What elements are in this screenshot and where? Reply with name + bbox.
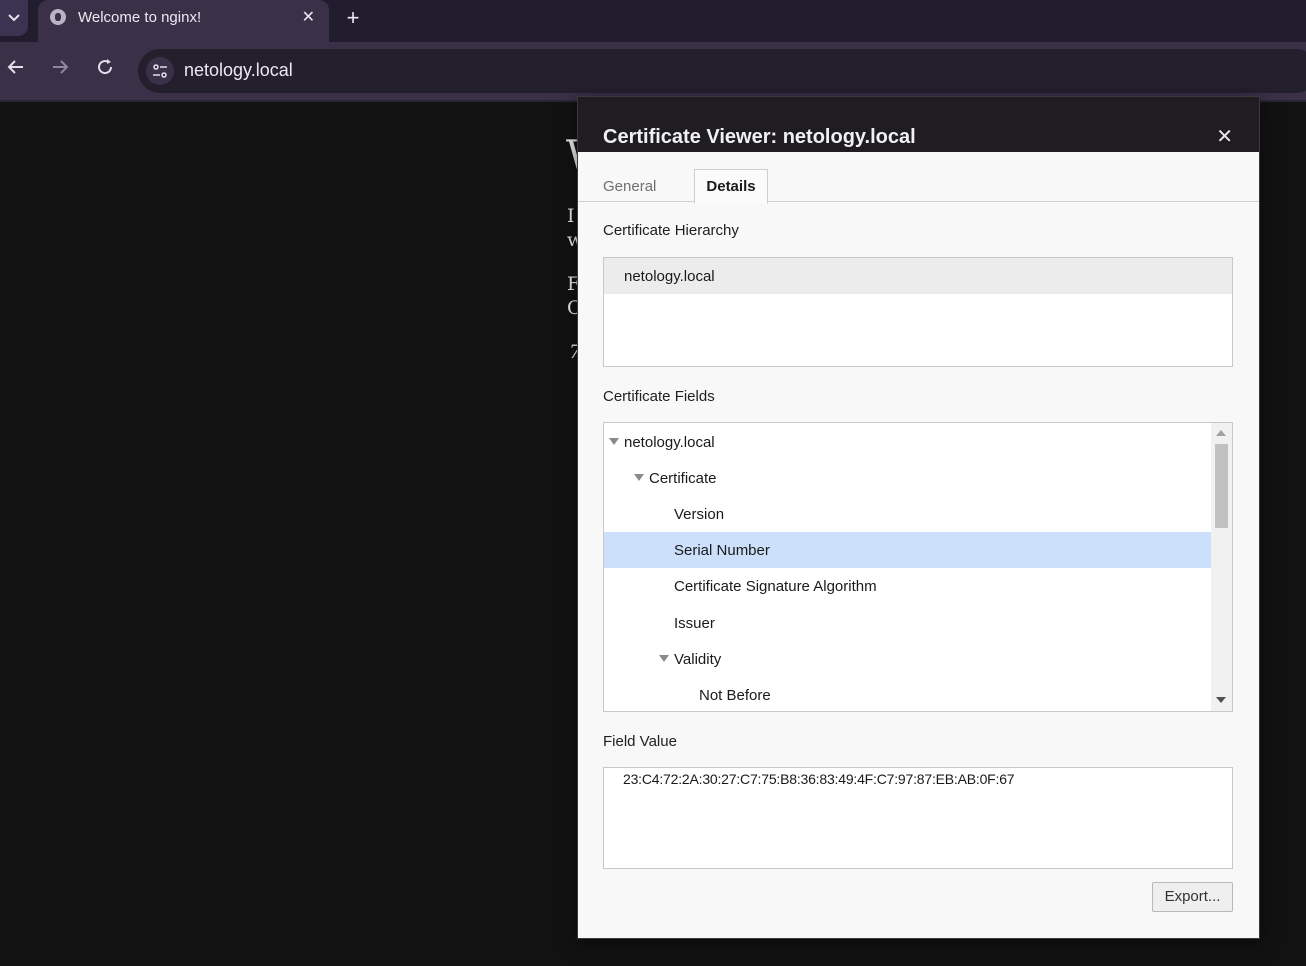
scroll-up-arrow-icon[interactable] bbox=[1216, 430, 1226, 436]
reload-icon[interactable] bbox=[92, 57, 118, 83]
new-tab-button[interactable]: + bbox=[342, 5, 364, 31]
tree-item[interactable]: Version bbox=[604, 496, 1211, 532]
close-icon[interactable]: ✕ bbox=[1216, 124, 1233, 149]
expand-triangle-icon[interactable] bbox=[659, 655, 669, 662]
field-value-text: 23:C4:72:2A:30:27:C7:75:B8:36:83:49:4F:C… bbox=[623, 771, 1015, 787]
tree-item-label: Validity bbox=[674, 651, 722, 668]
tab-title: Welcome to nginx! bbox=[78, 9, 202, 26]
url-text: netology.local bbox=[184, 60, 293, 80]
field-value-label: Field Value bbox=[603, 733, 677, 750]
expand-triangle-icon[interactable] bbox=[609, 438, 619, 445]
tab-search-button[interactable] bbox=[0, 0, 28, 36]
tree-item-label: Certificate Signature Algorithm bbox=[674, 578, 877, 595]
tree-item-label: netology.local bbox=[624, 434, 715, 451]
tab-details[interactable]: Details bbox=[694, 169, 768, 204]
scroll-thumb[interactable] bbox=[1215, 444, 1228, 528]
dialog-tabs: General Details bbox=[578, 152, 1259, 204]
forward-arrow-icon[interactable] bbox=[47, 57, 73, 83]
tree-item-label: Version bbox=[674, 506, 725, 523]
scroll-down-arrow-icon[interactable] bbox=[1216, 697, 1226, 703]
tree-item[interactable]: Validity bbox=[604, 641, 1211, 677]
tree-scrollbar[interactable] bbox=[1211, 423, 1232, 711]
tree-item-label: Serial Number bbox=[674, 542, 770, 559]
tab-general[interactable]: General bbox=[603, 178, 656, 195]
hierarchy-item[interactable]: netology.local bbox=[604, 258, 1232, 294]
certificate-fields-tree[interactable]: netology.local Certificate Version Seria… bbox=[603, 422, 1233, 712]
tree-item-label: Certificate bbox=[649, 470, 717, 487]
site-info-icon[interactable] bbox=[146, 57, 174, 85]
export-button[interactable]: Export... bbox=[1152, 882, 1233, 912]
hierarchy-label: Certificate Hierarchy bbox=[603, 222, 739, 239]
chevron-down-icon bbox=[8, 14, 20, 22]
back-arrow-icon[interactable] bbox=[3, 57, 29, 83]
browser-tab[interactable]: Welcome to nginx! ✕ bbox=[38, 0, 329, 42]
dialog-title: Certificate Viewer: netology.local bbox=[603, 126, 916, 148]
certificate-viewer-dialog: Certificate Viewer: netology.local ✕ Gen… bbox=[577, 96, 1260, 939]
tree-item-label: Not Before bbox=[699, 687, 771, 704]
tree-item[interactable]: Certificate Signature Algorithm bbox=[604, 568, 1211, 604]
tab-strip: Welcome to nginx! ✕ + bbox=[0, 0, 1306, 42]
tree-item[interactable]: Not Before bbox=[604, 677, 1211, 711]
page-text-glyph: I bbox=[567, 205, 575, 227]
tab-close-icon[interactable]: ✕ bbox=[302, 7, 315, 27]
tree-item[interactable]: Issuer bbox=[604, 605, 1211, 641]
dialog-header: Certificate Viewer: netology.local ✕ bbox=[578, 97, 1259, 152]
expand-triangle-icon[interactable] bbox=[634, 474, 644, 481]
field-value-box[interactable]: 23:C4:72:2A:30:27:C7:75:B8:36:83:49:4F:C… bbox=[603, 767, 1233, 869]
tree-item-selected[interactable]: Serial Number bbox=[604, 532, 1211, 568]
tree-item[interactable]: Certificate bbox=[604, 460, 1211, 496]
address-bar[interactable]: netology.local bbox=[138, 49, 1306, 93]
tree-item-label: Issuer bbox=[674, 615, 715, 632]
hierarchy-item-label: netology.local bbox=[624, 268, 715, 285]
tree-item[interactable]: netology.local bbox=[604, 424, 1211, 460]
hierarchy-list[interactable]: netology.local bbox=[603, 257, 1233, 367]
browser-toolbar: netology.local bbox=[0, 42, 1306, 100]
globe-icon bbox=[50, 9, 66, 25]
fields-label: Certificate Fields bbox=[603, 388, 715, 405]
